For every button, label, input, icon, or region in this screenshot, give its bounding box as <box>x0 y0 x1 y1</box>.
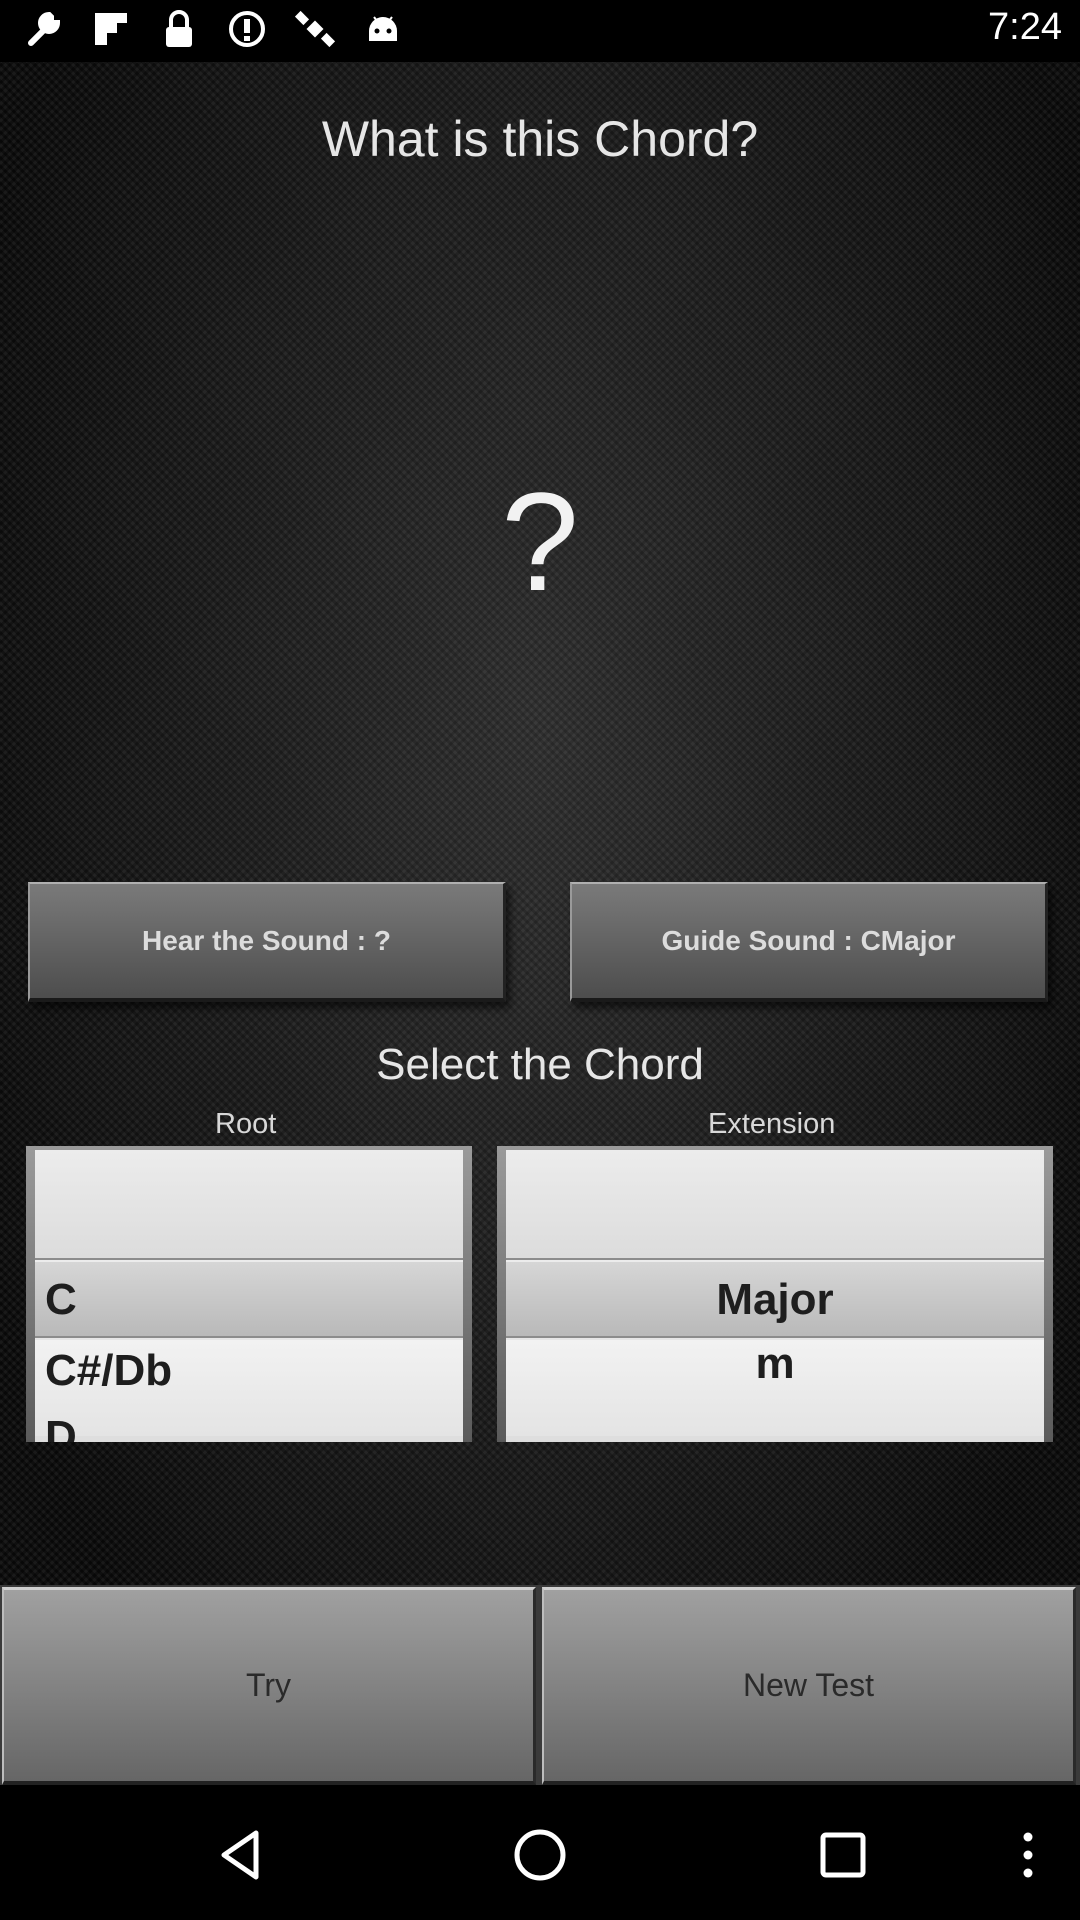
flipboard-icon <box>90 8 132 50</box>
screen: 7:24 What is this Chord? ? Hear the Soun… <box>0 0 1080 1920</box>
root-picker[interactable]: C C#/Db D <box>26 1146 472 1442</box>
android-icon <box>362 8 404 50</box>
status-icons <box>22 8 404 50</box>
extension-picker[interactable]: Major m <box>497 1146 1053 1442</box>
back-icon[interactable] <box>200 1815 280 1895</box>
try-button[interactable]: Try <box>2 1587 536 1785</box>
mystery-chord-symbol: ? <box>501 463 579 620</box>
extension-label: Extension <box>708 1108 836 1140</box>
clock: 7:24 <box>988 6 1062 48</box>
info-icon <box>226 8 268 50</box>
root-option[interactable] <box>35 1150 463 1260</box>
extension-option[interactable] <box>506 1150 1044 1260</box>
more-icon[interactable] <box>988 1815 1068 1895</box>
select-chord-heading: Select the Chord <box>376 1040 704 1089</box>
recent-apps-icon[interactable] <box>803 1815 883 1895</box>
extension-option-selected[interactable]: Major <box>506 1262 1044 1338</box>
satellite-icon <box>294 8 336 50</box>
extension-picker-wheel[interactable]: Major m <box>506 1150 1044 1442</box>
home-icon[interactable] <box>500 1815 580 1895</box>
root-option[interactable]: D <box>35 1412 463 1442</box>
status-bar: 7:24 <box>0 0 1080 62</box>
root-label: Root <box>215 1108 277 1140</box>
status-right: 7:24 <box>988 6 1062 49</box>
guide-sound-button[interactable]: Guide Sound : CMajor <box>570 882 1048 1002</box>
new-test-button[interactable]: New Test <box>542 1587 1076 1785</box>
hear-sound-button[interactable]: Hear the Sound : ? <box>28 882 506 1002</box>
navigation-bar <box>0 1785 1080 1920</box>
extension-option[interactable]: m <box>506 1340 1044 1436</box>
quiz-title: What is this Chord? <box>321 111 759 167</box>
root-option-selected[interactable]: C <box>35 1262 463 1338</box>
root-picker-wheel[interactable]: C C#/Db D <box>35 1150 463 1442</box>
lock-icon <box>158 8 200 50</box>
wrench-icon <box>22 8 64 50</box>
